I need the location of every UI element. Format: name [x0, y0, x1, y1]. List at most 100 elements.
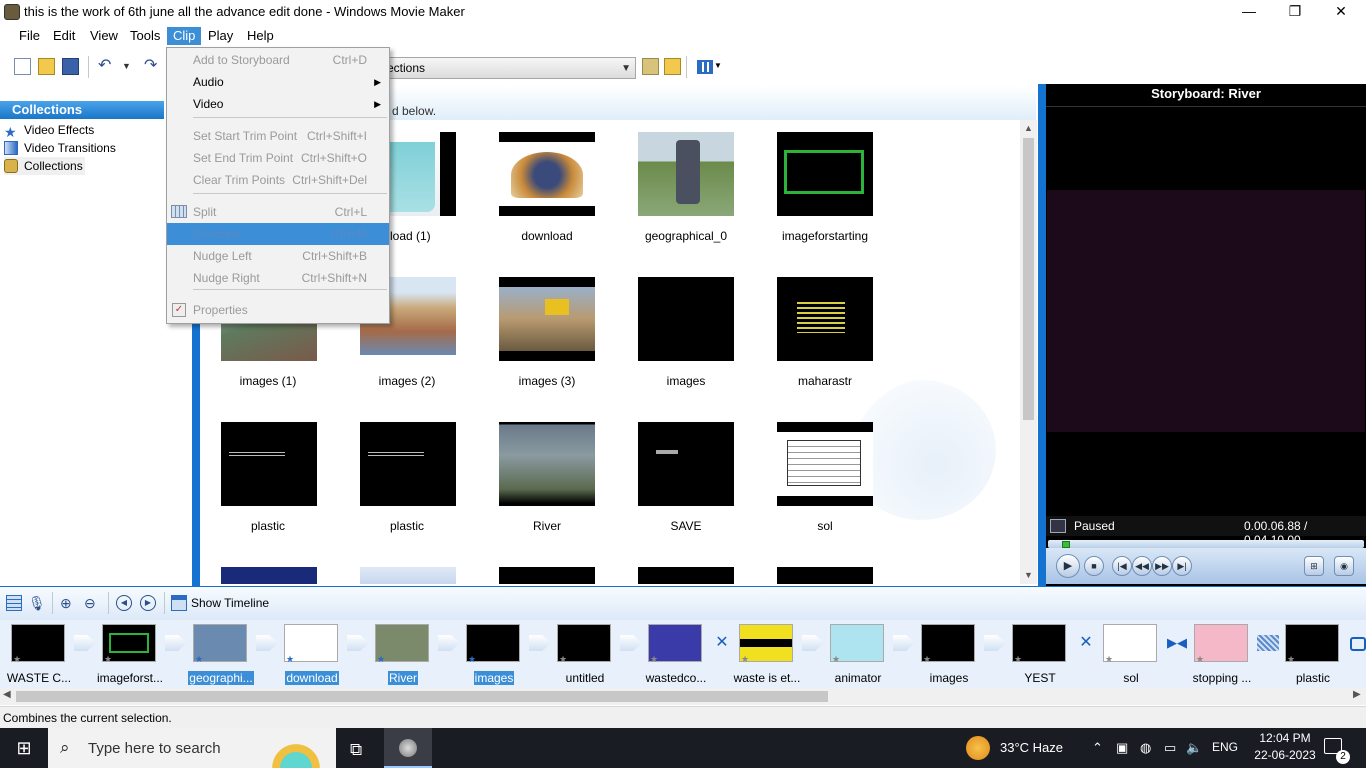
- undo-dropdown-icon[interactable]: ▼: [122, 58, 139, 75]
- scroll-left-icon[interactable]: ◀: [3, 689, 11, 700]
- clip-thumbnail[interactable]: [499, 567, 595, 584]
- storyboard-clip-label[interactable]: animator: [818, 671, 898, 685]
- menu-item-add-to-storyboard[interactable]: Add to Storyboard Ctrl+D: [167, 49, 389, 71]
- clip-label[interactable]: sol: [755, 519, 895, 533]
- storyboard-clip-label[interactable]: stopping ...: [1182, 671, 1262, 685]
- clip-label[interactable]: images (2): [337, 374, 477, 388]
- scroll-right-icon[interactable]: ▶: [1353, 689, 1361, 700]
- play-button[interactable]: ▶: [1056, 554, 1080, 578]
- clip-thumbnail[interactable]: [638, 567, 734, 584]
- clip-thumbnail[interactable]: [360, 567, 456, 584]
- view-options-icon[interactable]: [697, 60, 713, 74]
- new-project-icon[interactable]: [14, 58, 31, 75]
- menu-edit[interactable]: Edit: [47, 27, 81, 45]
- view-dropdown-icon[interactable]: ▼: [714, 58, 731, 75]
- storyboard-clip-label[interactable]: plastic: [1273, 671, 1353, 685]
- menu-item-set-end-trim-point[interactable]: Set End Trim Point Ctrl+Shift+O: [167, 147, 389, 169]
- clip-label[interactable]: download: [477, 229, 617, 243]
- transition-x-icon[interactable]: ✕: [711, 635, 733, 651]
- storyboard-clip-label[interactable]: wastedco...: [636, 671, 716, 685]
- up-level-icon[interactable]: [642, 58, 659, 75]
- redo-icon[interactable]: ↷: [144, 58, 161, 75]
- menu-item-properties[interactable]: Properties ✓: [167, 299, 389, 321]
- clip-label[interactable]: imageforstarting: [755, 229, 895, 243]
- clip-thumbnail[interactable]: [499, 277, 595, 361]
- clip-thumbnail[interactable]: [221, 567, 317, 584]
- tree-item-video-transitions[interactable]: Video Transitions: [4, 139, 116, 157]
- play-storyboard-icon[interactable]: ▶: [140, 595, 156, 611]
- menu-item-set-start-trim-point[interactable]: Set Start Trim Point Ctrl+Shift+I: [167, 125, 389, 147]
- menu-item-nudge-right[interactable]: Nudge Right Ctrl+Shift+N: [167, 267, 389, 289]
- pane-divider-right[interactable]: [1038, 84, 1046, 586]
- clip-label[interactable]: images (3): [477, 374, 617, 388]
- forward-button[interactable]: ▶▶: [1152, 556, 1172, 576]
- maximize-button[interactable]: ❐: [1272, 0, 1318, 24]
- clip-label[interactable]: maharastr: [755, 374, 895, 388]
- windows-start-icon[interactable]: ⊞: [0, 728, 48, 768]
- back-button[interactable]: ◀◀: [1132, 556, 1152, 576]
- show-hidden-icons-icon[interactable]: ⌃: [1092, 740, 1103, 756]
- seek-bar-handle[interactable]: [1062, 541, 1070, 548]
- clip-thumbnail[interactable]: [638, 277, 734, 361]
- content-scroll-thumb[interactable]: [1023, 138, 1034, 420]
- clip-thumbnail[interactable]: [777, 567, 873, 584]
- menu-item-nudge-left[interactable]: Nudge Left Ctrl+Shift+B: [167, 245, 389, 267]
- narrate-microphone-icon[interactable]: 🎙: [28, 595, 46, 611]
- stop-button[interactable]: ■: [1084, 556, 1104, 576]
- weather-sun-icon[interactable]: [966, 736, 990, 760]
- storyboard-scroll-thumb[interactable]: [16, 691, 828, 702]
- weather-text[interactable]: 33°C Haze: [1000, 740, 1063, 755]
- scroll-down-icon[interactable]: ▼: [1024, 570, 1033, 580]
- undo-icon[interactable]: ↶: [98, 58, 115, 75]
- collection-dropdown[interactable]: ections ▼: [380, 57, 636, 79]
- storyboard-clip-label[interactable]: download: [272, 671, 352, 685]
- storyboard-clip-label[interactable]: WASTE C...: [0, 671, 79, 685]
- snapshot-camera-icon[interactable]: ◉: [1334, 556, 1354, 576]
- open-project-icon[interactable]: [38, 58, 55, 75]
- device-icon[interactable]: ▣: [1116, 740, 1128, 756]
- volume-icon[interactable]: 🔈: [1186, 740, 1202, 756]
- minimize-button[interactable]: —: [1226, 0, 1272, 24]
- menu-file[interactable]: File: [13, 27, 46, 45]
- storyboard-clip-label[interactable]: imageforst...: [90, 671, 170, 685]
- menu-item-video[interactable]: Video ▶: [167, 93, 389, 115]
- menu-clip[interactable]: Clip: [167, 27, 202, 45]
- battery-icon[interactable]: ▭: [1164, 740, 1176, 756]
- menu-tools[interactable]: Tools: [124, 27, 166, 45]
- transition-partial-icon[interactable]: [1350, 637, 1366, 651]
- network-globe-icon[interactable]: ◍: [1140, 740, 1151, 756]
- storyboard-clip-label[interactable]: images: [909, 671, 989, 685]
- language-indicator[interactable]: ENG: [1212, 740, 1238, 754]
- clip-thumbnail[interactable]: [360, 422, 456, 506]
- save-project-icon[interactable]: [62, 58, 79, 75]
- menu-item-split[interactable]: Split Ctrl+L: [167, 201, 389, 223]
- clip-thumbnail[interactable]: [499, 132, 595, 216]
- menu-help[interactable]: Help: [241, 27, 280, 45]
- menu-item-combine[interactable]: Combine Ctrl+M: [167, 223, 389, 245]
- previous-frame-button[interactable]: |◀: [1112, 556, 1132, 576]
- show-timeline-button[interactable]: Show Timeline: [191, 596, 269, 610]
- clip-label[interactable]: plastic: [198, 519, 338, 533]
- next-frame-button[interactable]: ▶|: [1172, 556, 1192, 576]
- detach-monitor-icon[interactable]: [1050, 519, 1066, 533]
- clock-date[interactable]: 22-06-2023: [1250, 748, 1320, 762]
- clip-thumbnail[interactable]: [638, 422, 734, 506]
- clip-label[interactable]: SAVE: [616, 519, 756, 533]
- clip-label[interactable]: plastic: [337, 519, 477, 533]
- clip-thumbnail[interactable]: [777, 277, 873, 361]
- menu-play[interactable]: Play: [202, 27, 239, 45]
- rewind-storyboard-icon[interactable]: ◀: [116, 595, 132, 611]
- storyboard-clip-label[interactable]: sol: [1091, 671, 1171, 685]
- clip-thumbnail[interactable]: [638, 132, 734, 216]
- task-view-icon[interactable]: ⧉: [350, 740, 362, 760]
- clip-label[interactable]: images: [616, 374, 756, 388]
- menu-item-clear-trim-points[interactable]: Clear Trim Points Ctrl+Shift+Del: [167, 169, 389, 191]
- clip-label[interactable]: geographical_0: [616, 229, 756, 243]
- tree-item-video-effects[interactable]: ★ Video Effects: [4, 121, 94, 139]
- storyboard-clip-label[interactable]: waste is et...: [727, 671, 807, 685]
- clip-thumbnail[interactable]: [221, 422, 317, 506]
- transition-grid-icon[interactable]: [1257, 635, 1279, 651]
- storyboard-clip-label[interactable]: geographi...: [181, 671, 261, 685]
- storyboard-clip-label[interactable]: untitled: [545, 671, 625, 685]
- transition-bowtie-icon[interactable]: ▶◀: [1166, 635, 1188, 651]
